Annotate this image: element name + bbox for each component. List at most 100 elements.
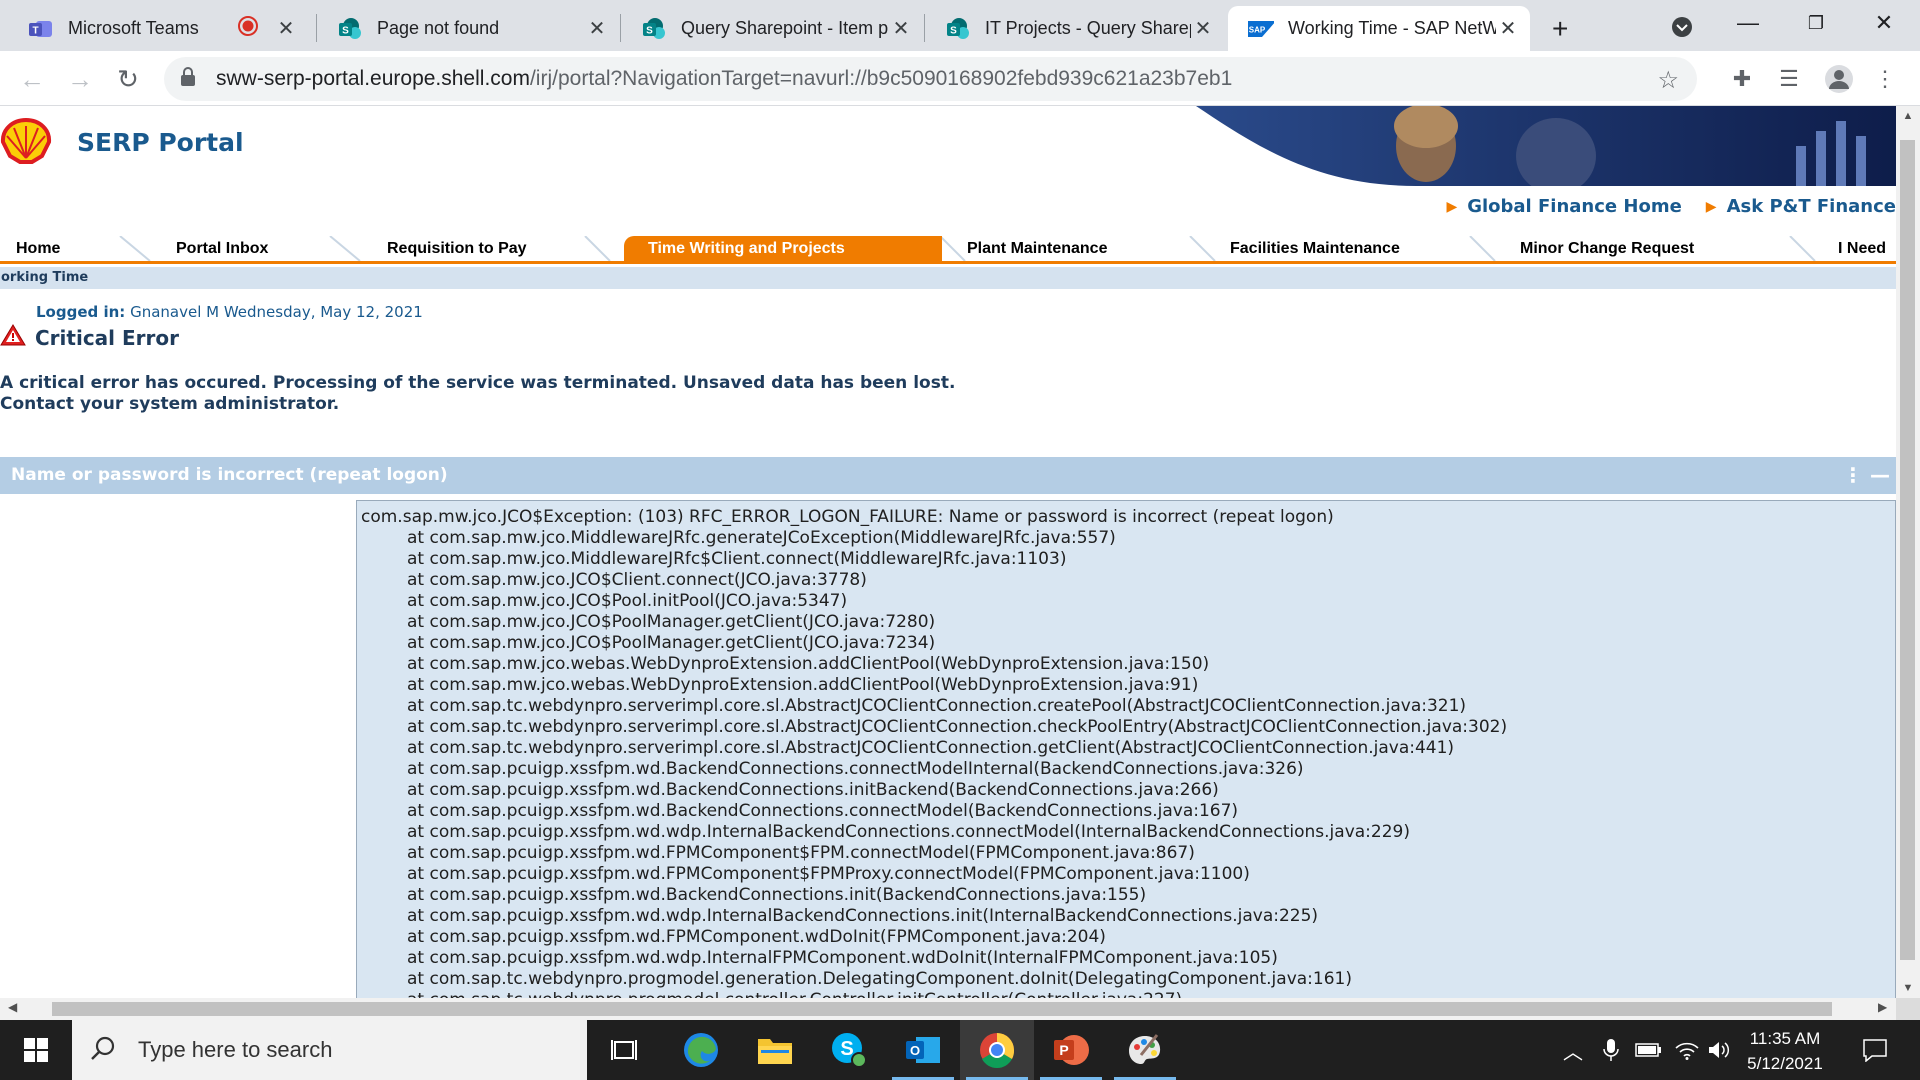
star-icon[interactable]: ☆ xyxy=(1657,66,1679,95)
tray-overflow-button[interactable]: ︿ xyxy=(1558,1020,1588,1080)
link-ask-pt-finance[interactable]: ▶ Ask P&T Finance xyxy=(1706,196,1896,217)
restore-button[interactable]: ❐ xyxy=(1782,0,1850,46)
media-button[interactable]: ☰ xyxy=(1772,63,1806,95)
nav-tab-requisition-to-pay[interactable]: Requisition to Pay xyxy=(387,236,527,261)
trace-line: at com.sap.mw.jco.JCO$PoolManager.getCli… xyxy=(407,612,936,632)
chrome-app[interactable] xyxy=(960,1020,1034,1080)
nav-tab-portal-inbox[interactable]: Portal Inbox xyxy=(176,236,269,261)
tab-label: Microsoft Teams xyxy=(68,18,199,38)
close-icon[interactable]: ✕ xyxy=(585,16,609,41)
avatar-icon xyxy=(1825,65,1853,93)
trace-line: at com.sap.tc.webdynpro.progmodel.contro… xyxy=(361,990,1895,998)
taskbar-clock[interactable]: 11:35 AM 5/12/2021 xyxy=(1730,1026,1840,1076)
trace-line: at com.sap.pcuigp.xssfpm.wd.wdp.Internal… xyxy=(407,906,1319,926)
tab-microsoft-teams[interactable]: T Microsoft Teams ✕ xyxy=(8,6,308,51)
profile-button[interactable] xyxy=(1822,63,1856,95)
nav-tab-minor-change-request[interactable]: Minor Change Request xyxy=(1520,236,1695,261)
microphone-button[interactable] xyxy=(1596,1020,1626,1080)
sharepoint-icon: S xyxy=(337,16,363,42)
scroll-up-icon[interactable]: ▲ xyxy=(1896,110,1920,122)
trace-line: at com.sap.pcuigp.xssfpm.wd.FPMComponent… xyxy=(407,864,1250,884)
sharepoint-icon: S xyxy=(945,16,971,42)
scrollbar-corner xyxy=(1896,998,1920,1020)
tab-working-time[interactable]: SAP Working Time - SAP NetW ✕ xyxy=(1228,6,1530,51)
scrollbar-thumb[interactable] xyxy=(1900,140,1915,960)
nav-tab-i-need[interactable]: I Need xyxy=(1838,236,1887,261)
battery-icon xyxy=(1635,1043,1661,1057)
svg-text:SAP: SAP xyxy=(1249,25,1266,34)
reload-button[interactable]: ↻ xyxy=(110,61,146,97)
tab-query-sharepoint[interactable]: S Query Sharepoint - Item p ✕ xyxy=(621,6,923,51)
chevron-up-icon: ︿ xyxy=(1563,1041,1583,1064)
nav-tab-plant-maintenance[interactable]: Plant Maintenance xyxy=(967,236,1108,261)
trace-line: at com.sap.mw.jco.JCO$Client.connect(JCO… xyxy=(407,570,867,590)
outlook-app[interactable]: O xyxy=(886,1020,960,1080)
trace-line: at com.sap.tc.webdynpro.serverimpl.core.… xyxy=(407,717,1508,737)
tab-it-projects[interactable]: S IT Projects - Query Sharep ✕ xyxy=(925,6,1225,51)
close-icon[interactable]: ✕ xyxy=(1496,16,1520,41)
paint-app[interactable] xyxy=(1108,1020,1182,1080)
network-button[interactable] xyxy=(1670,1020,1704,1080)
vertical-scrollbar[interactable]: ▲ ▼ xyxy=(1896,106,1920,998)
link-global-finance-home[interactable]: ▶ Global Finance Home xyxy=(1446,196,1681,217)
trace-line: at com.sap.mw.jco.JCO$PoolManager.getCli… xyxy=(407,633,936,653)
wifi-icon xyxy=(1675,1042,1699,1060)
breadcrumb: orking Time xyxy=(0,267,1896,289)
tab-search-button[interactable] xyxy=(1648,4,1716,50)
menu-button[interactable]: ⋮ xyxy=(1868,63,1902,95)
svg-text:S: S xyxy=(950,25,957,36)
restore-icon: ❐ xyxy=(1807,12,1825,33)
new-tab-button[interactable]: + xyxy=(1540,6,1590,51)
horizontal-scrollbar[interactable]: ◀ ▶ xyxy=(0,998,1896,1020)
address-bar[interactable]: sww-serp-portal.europe.shell.com/irj/por… xyxy=(164,57,1697,101)
scrollbar-thumb[interactable] xyxy=(52,1002,1832,1016)
tab-page-not-found[interactable]: S Page not found ✕ xyxy=(317,6,619,51)
windows-icon xyxy=(24,1038,48,1062)
search-placeholder: Type here to search xyxy=(138,1037,333,1062)
collapse-icon[interactable]: ⋮ — xyxy=(1843,457,1890,494)
nav-tab-facilities-maintenance[interactable]: Facilities Maintenance xyxy=(1230,236,1400,261)
task-view-button[interactable] xyxy=(587,1020,661,1080)
trace-line: at com.sap.mw.jco.MiddlewareJRfc$Client.… xyxy=(407,549,1067,569)
scroll-down-icon[interactable]: ▼ xyxy=(1896,982,1920,994)
file-explorer-app[interactable] xyxy=(738,1020,812,1080)
edge-icon xyxy=(684,1033,718,1067)
tab-label: IT Projects - Query Sharep xyxy=(985,18,1191,38)
close-window-button[interactable]: ✕ xyxy=(1850,0,1918,46)
arrow-left-icon: ← xyxy=(19,63,45,94)
trace-line: at com.sap.mw.jco.JCO$Pool.initPool(JCO.… xyxy=(407,591,848,611)
notifications-button[interactable] xyxy=(1850,1020,1900,1080)
close-icon[interactable]: ✕ xyxy=(274,16,298,41)
scroll-left-icon[interactable]: ◀ xyxy=(8,1000,17,1014)
nav-tab-home[interactable]: Home xyxy=(16,236,61,261)
trace-line: at com.sap.pcuigp.xssfpm.wd.BackendConne… xyxy=(407,780,1219,800)
nav-tab-time-writing[interactable]: Time Writing and Projects xyxy=(624,236,942,261)
close-icon[interactable]: ✕ xyxy=(889,16,913,41)
extensions-button[interactable]: ✚ xyxy=(1725,63,1759,95)
battery-button[interactable] xyxy=(1632,1020,1666,1080)
portal-title: SERP Portal xyxy=(77,128,244,157)
back-button[interactable]: ← xyxy=(14,61,50,97)
tab-label: Working Time - SAP NetW xyxy=(1288,18,1496,38)
edge-app[interactable] xyxy=(664,1020,738,1080)
outlook-icon: O xyxy=(906,1037,940,1063)
trace-exception: com.sap.mw.jco.JCO$Exception: (103) RFC_… xyxy=(361,507,1334,527)
minimize-button[interactable]: — xyxy=(1714,0,1782,46)
forward-button[interactable]: → xyxy=(62,61,98,97)
close-icon[interactable]: ✕ xyxy=(1191,16,1215,41)
top-links: ▶ Global Finance Home ▶ Ask P&T Finance xyxy=(1422,196,1896,217)
scroll-right-icon[interactable]: ▶ xyxy=(1878,1000,1887,1014)
trace-line: at com.sap.pcuigp.xssfpm.wd.wdp.Internal… xyxy=(407,948,1278,968)
recording-icon xyxy=(238,16,258,41)
notification-icon xyxy=(1863,1039,1887,1062)
portal-navigation: Home Portal Inbox Requisition to Pay Tim… xyxy=(0,236,1896,264)
paint-palette-icon xyxy=(1129,1034,1161,1064)
skype-app[interactable]: S xyxy=(812,1020,886,1080)
task-view-icon xyxy=(611,1040,637,1060)
powerpoint-app[interactable]: P xyxy=(1034,1020,1108,1080)
arrow-right-icon: → xyxy=(67,63,93,94)
taskbar-search[interactable]: Type here to search xyxy=(72,1020,587,1080)
trace-line: at com.sap.mw.jco.webas.WebDynproExtensi… xyxy=(407,675,1199,695)
start-button[interactable] xyxy=(0,1020,72,1080)
media-queue-icon: ☰ xyxy=(1779,66,1799,91)
